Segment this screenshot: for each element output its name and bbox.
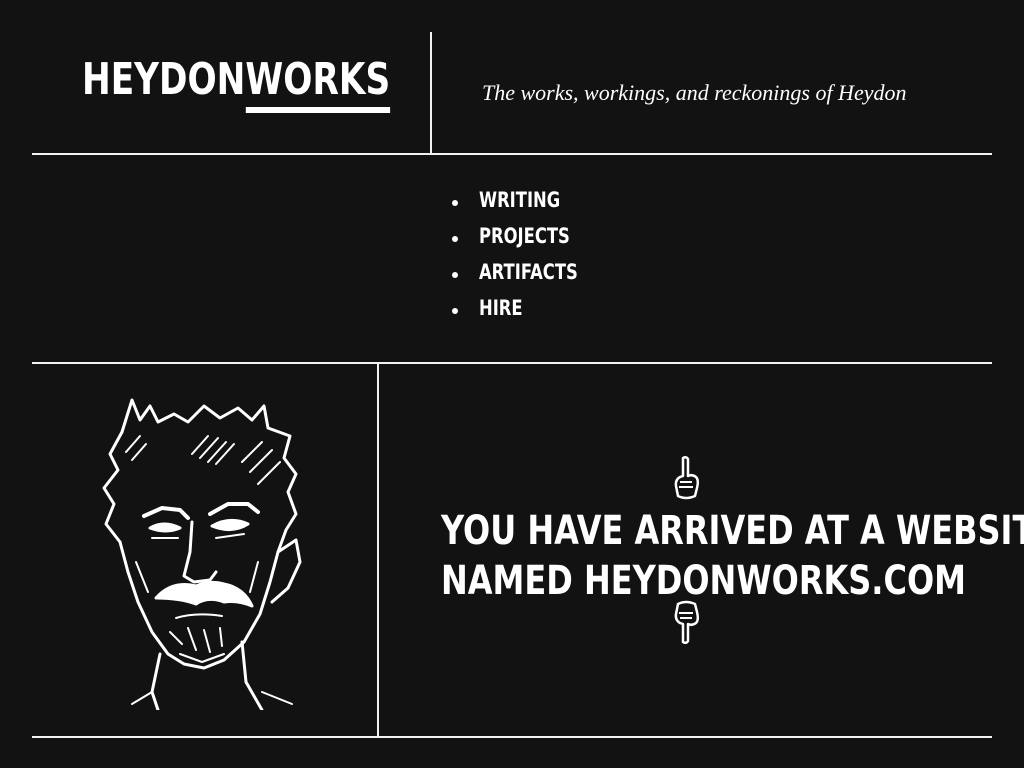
nav-link-hire[interactable]: HIRE [479, 296, 523, 320]
pointing-down-hand-icon [674, 600, 700, 644]
nav-link-writing[interactable]: WRITING [479, 188, 560, 212]
arrival-message: YOU HAVE ARRIVED AT A WEBSITE NAMED HEYD… [380, 506, 1024, 606]
site-logo-link[interactable]: HEYDONWORKS [82, 54, 391, 116]
nav-link-projects[interactable]: PROJECTS [479, 224, 570, 248]
header-vertical-divider [430, 32, 432, 154]
logo-text-heydon: HEYDON [82, 54, 246, 105]
logo-text-works: WORKS [245, 54, 391, 113]
pointing-up-hand-icon [674, 456, 700, 500]
site-tagline: The works, workings, and reckonings of H… [482, 80, 907, 105]
heydon-portrait-illustration [102, 398, 302, 710]
main-vertical-divider [377, 364, 379, 738]
arrival-message-line-1: YOU HAVE ARRIVED AT A WEBSITE [441, 508, 1024, 554]
header-bottom-rule [32, 153, 992, 155]
nav-bottom-rule [32, 362, 992, 364]
nav-link-artifacts[interactable]: ARTIFACTS [479, 260, 578, 284]
footer-rule [32, 736, 992, 738]
